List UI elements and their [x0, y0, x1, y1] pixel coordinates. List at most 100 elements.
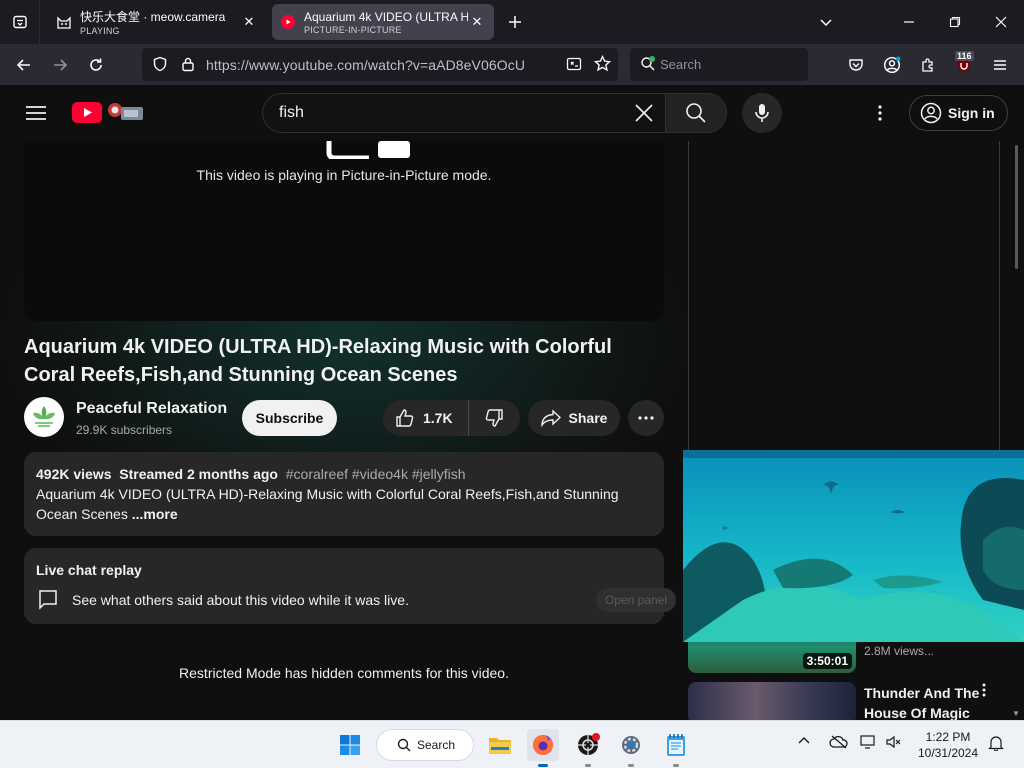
lotus-logo-icon — [33, 406, 55, 427]
hamburger-icon — [26, 106, 46, 120]
more-horizontal-icon — [638, 416, 654, 420]
onedrive-tray-icon[interactable] — [829, 735, 849, 752]
back-button[interactable] — [9, 50, 39, 80]
tab-overview-button[interactable] — [0, 0, 40, 44]
subscribe-button[interactable]: Subscribe — [242, 400, 337, 436]
firefox-taskbar-button[interactable] — [527, 729, 559, 767]
settings-taskbar-button[interactable] — [615, 729, 647, 767]
bell-icon — [988, 736, 1004, 752]
arrow-right-icon — [54, 59, 68, 71]
sign-in-button[interactable]: Sign in — [909, 95, 1008, 131]
description-box[interactable]: 492K views Streamed 2 months ago #coralr… — [24, 452, 664, 536]
clear-search-icon[interactable] — [631, 100, 657, 126]
thumbs-up-icon — [396, 409, 414, 427]
notepad-taskbar-button[interactable] — [660, 729, 692, 767]
pocket-button[interactable] — [841, 50, 871, 80]
account-button[interactable] — [877, 50, 907, 80]
volume-muted-tray-icon[interactable] — [886, 735, 902, 752]
tab-status: PICTURE-IN-PICTURE — [304, 24, 402, 35]
sign-in-label: Sign in — [948, 105, 995, 121]
description-body: Aquarium 4k VIDEO (ULTRA HD)-Relaxing Mu… — [36, 486, 619, 522]
restore-icon — [949, 16, 961, 28]
share-button[interactable]: Share — [528, 400, 620, 436]
reader-view-icon[interactable] — [566, 56, 582, 77]
chat-bubble-icon — [39, 590, 57, 610]
account-circle-icon — [920, 102, 942, 124]
chevron-up-icon — [798, 737, 810, 744]
open-panel-button[interactable]: Open panel — [596, 588, 676, 612]
related-video-menu-button[interactable] — [982, 683, 986, 700]
close-window-button[interactable] — [978, 0, 1024, 44]
network-tray-icon[interactable] — [860, 735, 880, 752]
lock-icon[interactable] — [180, 56, 196, 77]
like-dislike-group: 1.7K — [383, 400, 520, 436]
channel-avatar[interactable] — [24, 397, 64, 437]
list-all-tabs-button[interactable] — [803, 0, 849, 44]
youtube-search-button[interactable] — [665, 93, 727, 133]
stream-date: Streamed 2 months ago — [119, 466, 278, 482]
start-button[interactable] — [334, 729, 366, 761]
youtube-logo[interactable] — [72, 101, 146, 123]
windows-logo-icon — [340, 735, 360, 755]
bookmark-star-icon[interactable] — [593, 54, 612, 77]
new-tab-button[interactable] — [503, 10, 527, 34]
scrollbar-thumb[interactable] — [1015, 145, 1018, 269]
guide-menu-button[interactable] — [20, 97, 52, 129]
plus-icon — [509, 16, 521, 28]
video-title: Aquarium 4k VIDEO (ULTRA HD)-Relaxing Mu… — [24, 336, 612, 386]
ublock-extension-button[interactable]: 116 — [949, 50, 979, 80]
account-icon — [883, 56, 901, 74]
web-search-field[interactable]: Search — [630, 48, 808, 81]
tracking-protection-icon[interactable] — [152, 56, 168, 77]
settings-kebab-button[interactable] — [868, 101, 892, 125]
system-clock[interactable]: 1:22 PM 10/31/2024 — [913, 729, 983, 761]
video-player-placeholder[interactable]: This video is playing in Picture-in-Pict… — [24, 141, 664, 321]
running-app-indicator — [585, 764, 591, 767]
more-actions-button[interactable] — [628, 400, 664, 436]
reload-button[interactable] — [81, 50, 111, 80]
dislike-button[interactable] — [469, 400, 519, 436]
notifications-button[interactable] — [988, 735, 1004, 754]
browser-tab-meow[interactable]: 快乐大食堂 · meow.camera PLAYING ✕ — [48, 4, 266, 40]
extensions-button[interactable] — [913, 50, 943, 80]
pip-message: This video is playing in Picture-in-Pict… — [196, 167, 492, 183]
restore-button[interactable] — [932, 0, 978, 44]
file-explorer-button[interactable] — [484, 729, 516, 761]
close-tab-icon[interactable]: ✕ — [240, 13, 258, 31]
microphone-icon — [755, 104, 769, 122]
app-taskbar-button[interactable] — [572, 729, 604, 767]
gear-icon — [622, 736, 640, 754]
share-arrow-icon — [540, 409, 561, 427]
address-bar[interactable]: https://www.youtube.com/watch?v=aAD8eV06… — [142, 48, 618, 81]
taskbar-search[interactable]: Search — [376, 729, 474, 761]
close-tab-icon[interactable]: ✕ — [468, 13, 486, 31]
app-menu-button[interactable] — [985, 50, 1015, 80]
description-meta: 492K views Streamed 2 months ago #coralr… — [36, 464, 652, 484]
live-chat-text: See what others said about this video wh… — [72, 592, 409, 608]
browser-tab-aquarium[interactable]: Aquarium 4k VIDEO (ULTRA HD PICTURE-IN-P… — [272, 4, 494, 40]
cat-icon — [56, 14, 72, 30]
restricted-mode-message: Restricted Mode has hidden comments for … — [179, 665, 509, 681]
forward-button[interactable] — [45, 50, 75, 80]
close-icon — [995, 16, 1007, 28]
hashtags[interactable]: #coralreef #video4k #jellyfish — [286, 466, 466, 482]
related-video-title[interactable]: Thunder And The House Of Magic — [864, 683, 984, 720]
related-video-thumbnail[interactable] — [688, 682, 856, 720]
tab-overview-icon — [12, 15, 27, 29]
scroll-down-arrow-icon[interactable]: ▼ — [1012, 709, 1020, 718]
live-chat-replay-panel: Live chat replay See what others said ab… — [24, 548, 676, 624]
like-button[interactable]: 1.7K — [383, 400, 469, 436]
minimize-button[interactable] — [886, 0, 932, 44]
picture-in-picture-window[interactable] — [683, 450, 1024, 642]
show-hidden-icons-button[interactable] — [798, 735, 810, 750]
extension-badge: 116 — [955, 51, 974, 61]
view-count: 492K views — [36, 466, 112, 482]
windows-taskbar: Search 1:22 PM 10/31/2024 — [0, 720, 1024, 768]
taskbar-search-label: Search — [417, 738, 456, 752]
video-duration: 3:50:01 — [802, 653, 852, 669]
channel-name[interactable]: Peaceful Relaxation — [76, 400, 227, 418]
voice-search-button[interactable] — [742, 93, 782, 133]
youtube-search-box[interactable]: fish — [262, 93, 666, 133]
show-more-link[interactable]: ...more — [132, 506, 178, 522]
clock-time: 1:22 PM — [925, 730, 971, 744]
